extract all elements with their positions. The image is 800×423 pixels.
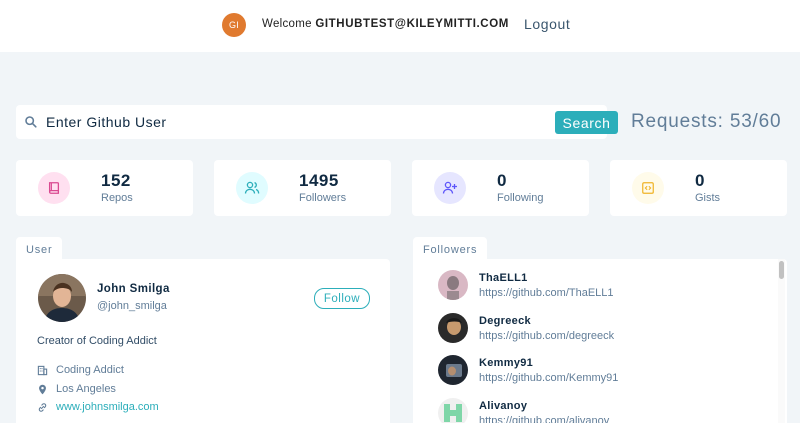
stat-value: 1495: [299, 171, 339, 190]
user-name: John Smilga: [97, 283, 170, 295]
follower-avatar: [438, 270, 468, 300]
blog-link[interactable]: www.johnsmilga.com: [56, 401, 159, 413]
search-form: Search: [16, 105, 618, 139]
follower-name: Kemmy91: [479, 357, 534, 369]
search-icon: [25, 116, 37, 128]
logout-button[interactable]: Logout: [524, 16, 570, 32]
user-handle: @john_smilga: [97, 300, 167, 312]
building-icon: [37, 365, 48, 375]
map-pin-icon: [39, 384, 46, 394]
stat-card-following: 0 Following: [412, 160, 589, 216]
users-icon: [236, 172, 268, 204]
user-blog: www.johnsmilga.com: [37, 401, 159, 413]
follow-button[interactable]: Follow: [314, 288, 370, 309]
follower-name: ThaELL1: [479, 272, 528, 284]
stat-card-gists: 0 Gists: [610, 160, 787, 216]
follower-url[interactable]: https://github.com/alivanoy: [479, 415, 609, 423]
welcome-message: Welcome GITHUBTEST@KILEYMITTI.COM: [262, 18, 509, 30]
stat-label: Repos: [101, 192, 133, 204]
avatar: GI: [222, 13, 246, 37]
stat-value: 0: [695, 171, 705, 190]
link-icon: [38, 402, 47, 412]
company-text: Coding Addict: [56, 364, 124, 376]
user-bio: Creator of Coding Addict: [37, 335, 157, 347]
stat-label: Following: [497, 192, 544, 204]
follower-url[interactable]: https://github.com/Kemmy91: [479, 372, 618, 384]
user-email: GITHUBTEST@KILEYMITTI.COM: [315, 18, 509, 30]
stat-value: 152: [101, 171, 131, 190]
follower-avatar: [438, 313, 468, 343]
follower-avatar: [438, 355, 468, 385]
stat-card-repos: 152 Repos: [16, 160, 193, 216]
user-avatar: [38, 274, 86, 322]
requests-counter: Requests: 53/60: [631, 111, 782, 132]
user-plus-icon: [434, 172, 466, 204]
scroll-thumb[interactable]: [779, 261, 784, 279]
user-card: John Smilga @john_smilga Follow Creator …: [16, 259, 390, 423]
followers-list: ThaELL1 https://github.com/ThaELL1 Degre…: [413, 259, 787, 423]
stat-value: 0: [497, 171, 507, 190]
stat-card-followers: 1495 Followers: [214, 160, 391, 216]
search-button[interactable]: Search: [555, 111, 618, 134]
follower-name: Degreeck: [479, 315, 531, 327]
follower-url[interactable]: https://github.com/ThaELL1: [479, 287, 614, 299]
stat-label: Gists: [695, 192, 721, 204]
followers-scrollbar[interactable]: [778, 259, 785, 423]
user-location: Los Angeles: [37, 383, 116, 395]
tab-followers: Followers: [413, 237, 488, 259]
book-icon: [38, 172, 70, 204]
location-text: Los Angeles: [56, 383, 116, 395]
follower-url[interactable]: https://github.com/degreeck: [479, 330, 614, 342]
follower-name: Alivanoy: [479, 400, 528, 412]
welcome-text: Welcome: [262, 18, 316, 30]
user-company: Coding Addict: [37, 364, 124, 376]
stat-label: Followers: [299, 192, 347, 204]
top-navbar: GI Welcome GITHUBTEST@KILEYMITTI.COM Log…: [0, 0, 800, 52]
search-input[interactable]: [46, 108, 516, 136]
follower-avatar: [438, 398, 468, 423]
code-icon: [632, 172, 664, 204]
tab-user: User: [16, 237, 63, 259]
